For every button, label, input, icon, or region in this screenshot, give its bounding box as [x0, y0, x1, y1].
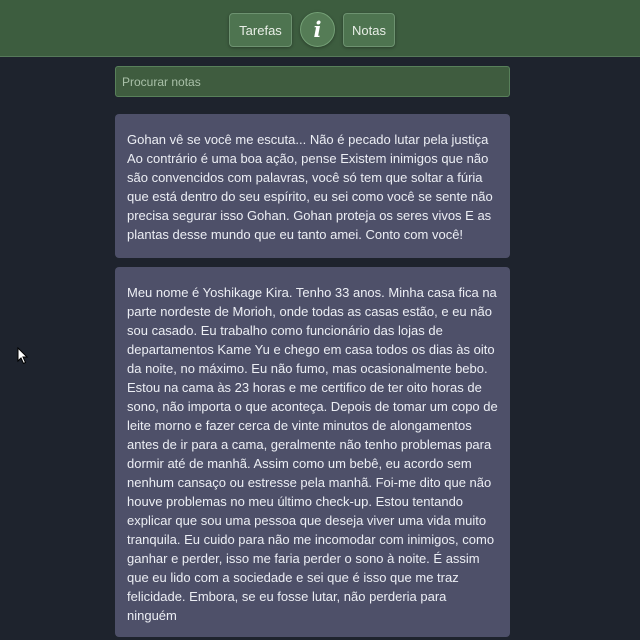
notes-button[interactable]: Notas — [343, 13, 395, 47]
info-icon: i — [313, 17, 322, 42]
info-button[interactable]: i — [300, 12, 335, 47]
note-text: Gohan vê se você me escuta... Não é peca… — [127, 132, 493, 242]
arrow-cursor-icon — [17, 347, 29, 365]
top-navigation-bar: Tarefas i Notas — [0, 0, 640, 57]
note-card[interactable]: Gohan vê se você me escuta... Não é peca… — [115, 114, 510, 258]
tasks-button[interactable]: Tarefas — [229, 13, 292, 47]
search-notes-input[interactable] — [115, 66, 510, 97]
note-text: Meu nome é Yoshikage Kira. Tenho 33 anos… — [127, 285, 498, 623]
note-card[interactable]: Meu nome é Yoshikage Kira. Tenho 33 anos… — [115, 267, 510, 637]
